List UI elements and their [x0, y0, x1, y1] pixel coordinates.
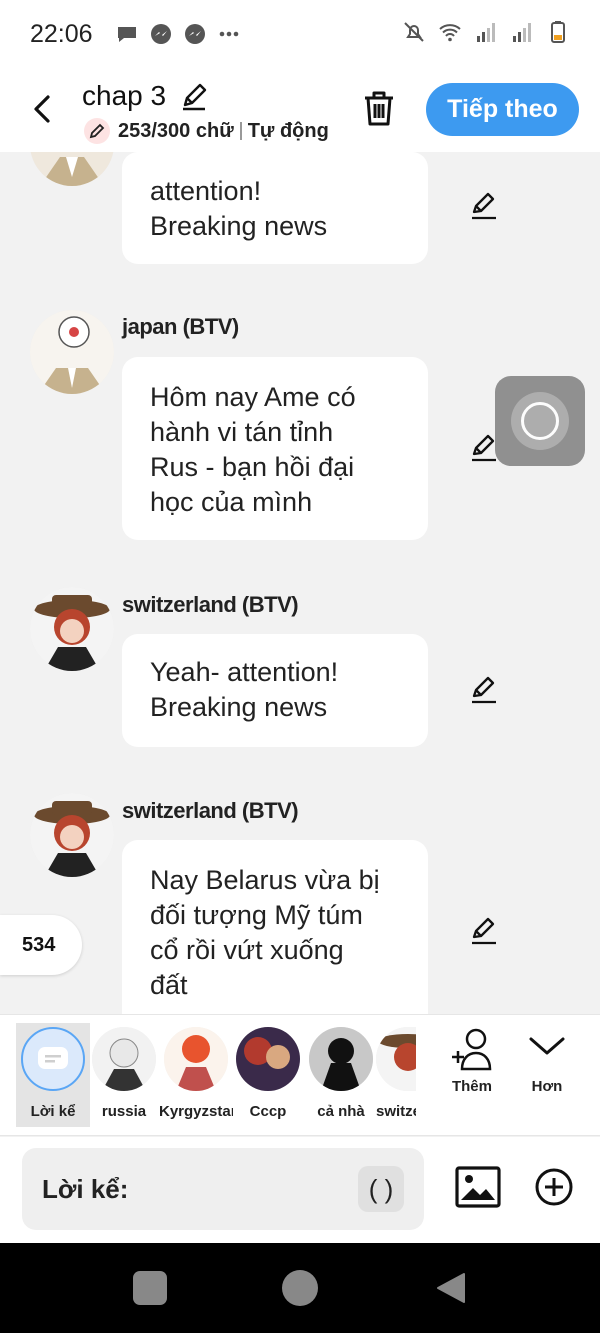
author-name: japan (BTV) [122, 314, 239, 339]
signal-icon [513, 23, 531, 42]
floating-assistant-button[interactable] [495, 376, 585, 466]
character-label: cả nhà [317, 1103, 365, 1120]
avatar [92, 1027, 156, 1091]
system-nav-bar [0, 1243, 600, 1333]
chat-area[interactable]: attention! Breaking news japan (BTV) Hôm… [0, 152, 600, 1014]
message-line: hành vi tán tỉnh [150, 417, 334, 447]
character-label: Kyrgyzstan [159, 1103, 233, 1120]
message-line: Hôm nay Ame có [150, 382, 356, 412]
messenger-icon [185, 24, 205, 44]
more-label: Hơn [531, 1078, 563, 1095]
avatar [164, 1027, 228, 1091]
character-kyrgyzstan[interactable]: Kyrgyzstan [159, 1023, 233, 1120]
avatar [376, 1027, 416, 1091]
composer: Lời kể: ( ) [0, 1137, 600, 1243]
author-name: switzerland (BTV) [122, 798, 299, 823]
avatar [236, 1027, 300, 1091]
more-dots-icon [219, 31, 239, 37]
add-person-icon [452, 1028, 492, 1071]
next-button[interactable]: Tiếp theo [426, 83, 579, 136]
status-bar: 22:06 [0, 0, 600, 70]
edit-icon[interactable] [468, 915, 500, 947]
pencil-icon[interactable] [178, 80, 210, 112]
message-line: Breaking news [150, 211, 328, 241]
character-narrator[interactable]: Lời kể [16, 1023, 90, 1127]
avatar[interactable] [30, 793, 114, 877]
narration-icon [21, 1027, 85, 1091]
avatar[interactable] [30, 152, 114, 186]
avatar[interactable] [30, 310, 114, 394]
editor-header: chap 3 253/300 chữ Tự động Tiếp theo [0, 70, 600, 152]
add-label: Thêm [451, 1078, 492, 1095]
character-strip: Lời kể russia Kyrgyzstan Cccp cả nhà swi… [0, 1014, 600, 1136]
mute-bell-icon [404, 22, 424, 42]
back-button[interactable] [26, 92, 60, 126]
edit-icon[interactable] [468, 674, 500, 706]
message-line: Yeah- attention! [150, 657, 339, 687]
status-time: 22:06 [30, 20, 93, 48]
character-cccp[interactable]: Cccp [231, 1023, 305, 1120]
notification-icons [115, 22, 241, 46]
narration-input[interactable]: Lời kể: ( ) [22, 1148, 424, 1230]
nav-back-button[interactable] [434, 1271, 468, 1305]
add-button[interactable] [534, 1167, 574, 1207]
add-character-button[interactable]: Thêm [442, 1027, 502, 1095]
image-button[interactable] [455, 1166, 501, 1208]
battery-icon [551, 21, 565, 43]
system-icons [402, 20, 570, 44]
character-switzerland[interactable]: switze [376, 1023, 416, 1120]
character-russia[interactable]: russia [87, 1023, 161, 1120]
edit-icon[interactable] [468, 190, 500, 222]
chapter-title[interactable]: chap 3 [82, 80, 166, 112]
delete-button[interactable] [360, 88, 398, 128]
message-bubble[interactable]: Nay Belarus vừa bị đối tượng Mỹ túm cổ r… [122, 840, 428, 1014]
narration-label: Lời kể: [42, 1173, 129, 1204]
character-label: Lời kể [30, 1103, 76, 1120]
messenger-icon [151, 24, 171, 44]
message-line: cổ rồi vứt xuống [150, 935, 344, 965]
author-name: switzerland (BTV) [122, 592, 299, 617]
word-count-row: 253/300 chữ Tự động [84, 118, 329, 144]
signal-icon [477, 23, 495, 42]
message-line: đối tượng Mỹ túm [150, 900, 363, 930]
message-line: Breaking news [150, 692, 328, 722]
chat-bubble-icon [118, 27, 136, 42]
recent-apps-button[interactable] [133, 1271, 167, 1305]
message-bubble[interactable]: Hôm nay Ame có hành vi tán tỉnh Rus - bạ… [122, 357, 428, 540]
message-line: attention! [150, 176, 262, 206]
character-ca-nha[interactable]: cả nhà [304, 1023, 378, 1120]
message-line: Rus - bạn hồi đại [150, 452, 355, 482]
message-line: Nay Belarus vừa bị [150, 865, 380, 895]
pencil-icon [84, 118, 110, 144]
divider [239, 122, 242, 140]
word-count: 253/300 chữ [118, 119, 234, 142]
wifi-icon [439, 24, 461, 42]
message-count-badge[interactable]: 534 [0, 915, 82, 975]
more-button[interactable]: Hơn [517, 1027, 577, 1095]
message-bubble[interactable]: Yeah- attention! Breaking news [122, 634, 428, 747]
chevron-down-icon [529, 1037, 565, 1055]
message-line: đất [150, 970, 188, 1000]
avatar [309, 1027, 373, 1091]
home-button[interactable] [282, 1270, 318, 1306]
character-label: switze [376, 1103, 416, 1120]
character-label: Cccp [249, 1103, 287, 1120]
paren-button[interactable]: ( ) [358, 1166, 404, 1212]
character-label: russia [101, 1103, 147, 1120]
avatar[interactable] [30, 587, 114, 671]
save-mode[interactable]: Tự động [248, 120, 329, 143]
message-bubble[interactable]: attention! Breaking news [122, 152, 428, 264]
message-line: học của mình [150, 487, 313, 517]
circle-icon [511, 392, 569, 450]
